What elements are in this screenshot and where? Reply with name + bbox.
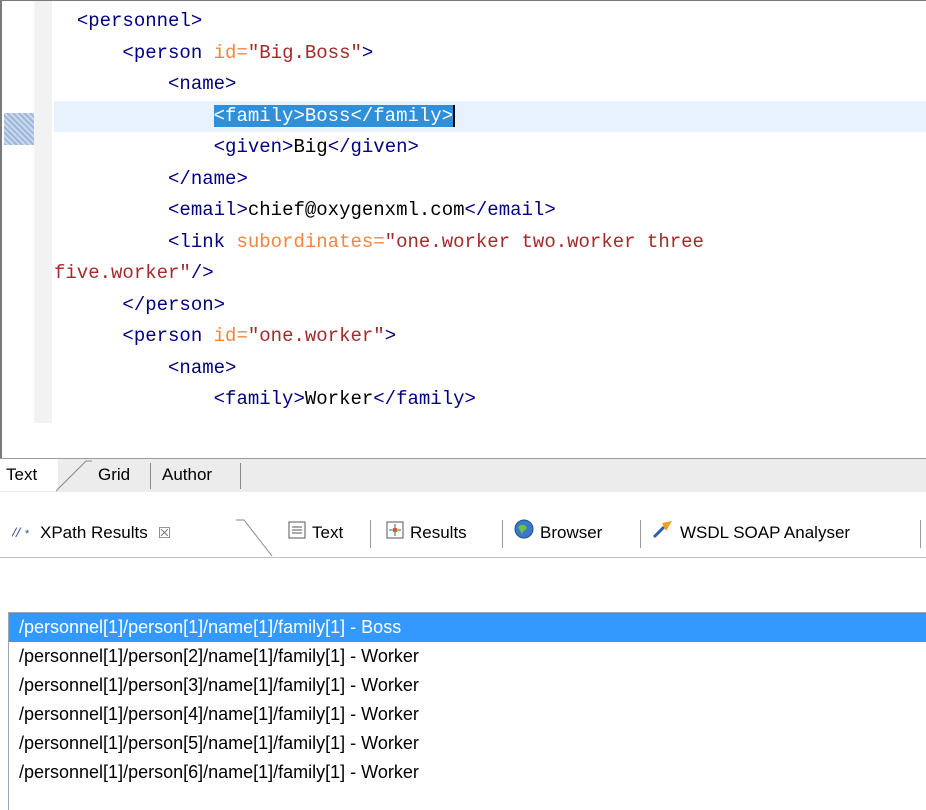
code-line-current[interactable]: <family>Boss</family> xyxy=(54,100,926,132)
code-token: Worker xyxy=(304,388,374,410)
tab-grid-mode[interactable]: Grid xyxy=(92,459,136,491)
results-list[interactable]: /personnel[1]/person[1]/name[1]/family[1… xyxy=(8,612,926,810)
code-line[interactable]: </person> xyxy=(54,290,926,322)
tab-wsdl-label: WSDL SOAP Analyser xyxy=(680,523,851,542)
code-line[interactable]: <person id="one.worker"> xyxy=(54,321,926,353)
tab-browser-label: Browser xyxy=(540,523,603,542)
tab-divider-slant xyxy=(236,519,273,557)
current-line-marker xyxy=(4,113,34,145)
selected-code-text: <family>Boss</family> xyxy=(213,104,456,127)
code-token: id= xyxy=(213,41,248,64)
tab-separator xyxy=(370,520,371,548)
code-token: "Big.Boss" xyxy=(247,41,362,64)
code-token: subordinates= xyxy=(236,230,385,253)
code-token: </family> xyxy=(373,388,476,410)
code-token: "one.worker two.worker three xyxy=(384,230,704,253)
result-row[interactable]: /personnel[1]/person[3]/name[1]/family[1… xyxy=(9,671,926,700)
code-token: <given> xyxy=(213,136,294,158)
svg-text:*: * xyxy=(25,528,30,539)
tab-separator xyxy=(240,463,241,489)
code-token: id= xyxy=(213,325,248,347)
tab-text-label: Text xyxy=(312,523,344,542)
code-area[interactable]: <personnel> <person id="Big.Boss"> <name… xyxy=(54,6,926,416)
tab-author-mode[interactable]: Author xyxy=(156,459,218,491)
editor-gutter xyxy=(2,1,36,458)
code-line[interactable]: five.worker"/> xyxy=(54,258,926,290)
code-line[interactable]: <name> xyxy=(54,353,926,385)
tab-results[interactable]: Results xyxy=(386,518,467,548)
code-token: <personnel> xyxy=(76,10,203,32)
code-token: Big xyxy=(293,136,328,158)
code-token: /> xyxy=(190,262,214,284)
code-token: <person xyxy=(122,41,214,64)
tab-text-mode[interactable]: Text xyxy=(0,459,58,491)
tab-text[interactable]: Text xyxy=(288,518,343,548)
tab-divider-slant xyxy=(56,460,92,492)
code-token: </email> xyxy=(464,199,556,221)
code-line[interactable]: <personnel> xyxy=(54,6,926,38)
xml-editor[interactable]: <personnel> <person id="Big.Boss"> <name… xyxy=(0,0,926,458)
globe-icon xyxy=(514,519,534,549)
result-row[interactable]: /personnel[1]/person[6]/name[1]/family[1… xyxy=(9,758,926,787)
code-line[interactable]: <email>chief@oxygenxml.com</email> xyxy=(54,195,926,227)
code-token: </person> xyxy=(122,293,226,316)
xpath-icon: //* xyxy=(11,519,34,549)
code-line[interactable]: <given>Big</given> xyxy=(54,132,926,164)
code-token: > xyxy=(361,41,374,64)
code-token: five.worker" xyxy=(54,262,191,284)
tab-separator xyxy=(502,520,503,548)
code-token: <link xyxy=(168,230,237,253)
editor-mode-tabs: Text Grid Author xyxy=(0,458,926,492)
code-token: <person xyxy=(122,325,214,347)
code-line[interactable]: <family>Worker</family> xyxy=(54,384,926,416)
line-number-ruler xyxy=(34,1,52,423)
code-token: <name> xyxy=(168,356,237,379)
tab-xpath-results[interactable]: //* XPath Results ☒ xyxy=(11,518,171,549)
text-document-icon xyxy=(288,519,306,549)
tab-separator xyxy=(640,520,641,548)
code-line[interactable]: <person id="Big.Boss"> xyxy=(54,38,926,70)
code-line[interactable]: </name> xyxy=(54,164,926,196)
close-icon[interactable]: ☒ xyxy=(158,525,171,542)
code-token: <family> xyxy=(213,388,305,410)
xpath-results-panel: /personnel[1]/person[1]/name[1]/family[1… xyxy=(0,558,926,810)
results-icon xyxy=(386,519,404,549)
result-row[interactable]: /personnel[1]/person[2]/name[1]/family[1… xyxy=(9,642,926,671)
code-token: > xyxy=(384,325,397,347)
view-tab-bar: //* XPath Results ☒ Text Results Browser … xyxy=(0,506,926,558)
result-row[interactable]: /personnel[1]/person[1]/name[1]/family[1… xyxy=(9,613,926,642)
code-token: </given> xyxy=(327,136,419,158)
code-line[interactable]: <link subordinates="one.worker two.worke… xyxy=(54,227,926,259)
tab-browser[interactable]: Browser xyxy=(514,518,602,548)
code-line[interactable]: <name> xyxy=(54,69,926,101)
wsdl-analyser-icon xyxy=(652,519,674,549)
result-row[interactable]: /personnel[1]/person[5]/name[1]/family[1… xyxy=(9,729,926,758)
code-token: <name> xyxy=(168,73,237,95)
result-row[interactable]: /personnel[1]/person[4]/name[1]/family[1… xyxy=(9,700,926,729)
svg-text://: // xyxy=(12,525,22,539)
code-token: </name> xyxy=(168,167,248,190)
tab-results-label: Results xyxy=(410,523,467,542)
code-token: "one.worker" xyxy=(247,325,385,347)
code-token: chief@oxygenxml.com xyxy=(247,199,465,221)
tab-separator xyxy=(150,463,151,489)
tab-separator xyxy=(920,520,921,548)
tab-wsdl-soap-analyser[interactable]: WSDL SOAP Analyser xyxy=(652,518,850,548)
code-token: <email> xyxy=(168,199,248,221)
tab-xpath-results-label: XPath Results xyxy=(40,523,148,542)
